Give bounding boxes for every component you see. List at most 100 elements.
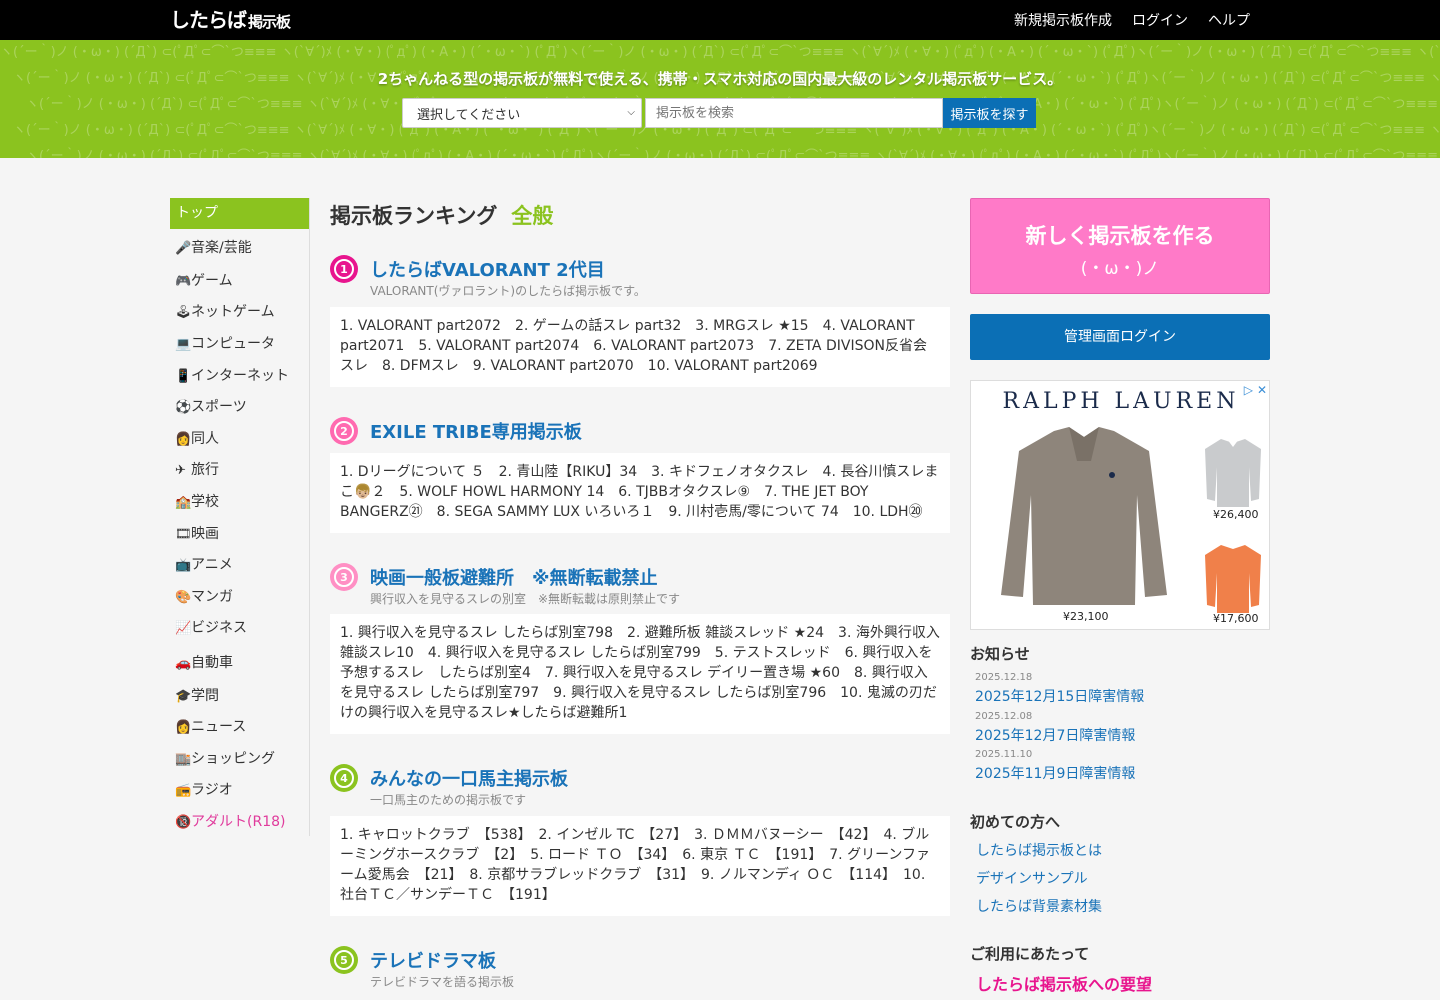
chevron-down-icon: ⌵ [627,107,635,118]
category-icon: 🎓 [175,689,192,704]
top-bar: したらば 掲示板 新規掲示板作成 ログイン ヘルプ [0,0,1440,40]
board-search-input[interactable] [645,98,943,128]
rank-badge: 4 [330,764,358,792]
sidebar-item-label: マンガ [191,589,233,605]
guide-link-design-sample[interactable]: デザインサンプル [976,868,1088,888]
news-date: 2025.11.10 [975,749,1033,760]
hero-tagline: 2ちゃんねる型の掲示板が無料で使える、携帯・スマホ対応の国内最大級のレンタル掲示… [377,70,1063,88]
sidebar-item-5[interactable]: 📱インターネット [175,365,289,385]
ad-price-main: ¥23,100 [1063,610,1109,623]
category-icon: 📈 [175,621,192,636]
sidebar-item-label: 同人 [191,431,219,447]
guide-link-background[interactable]: したらば背景素材集 [976,896,1102,916]
ad-price-2: ¥26,400 [1213,508,1259,521]
thread-list[interactable]: 1. VALORANT part2072 2. ゲームの話スレ part32 3… [330,307,950,387]
nav-create-board[interactable]: 新規掲示板作成 [1014,10,1112,30]
create-board-button[interactable]: 新しく掲示板を作る (・ω・)ノ [970,198,1270,294]
sidebar-item-label: ビジネス [191,620,247,636]
category-icon: 🏫 [175,495,192,510]
sidebar-item-label: アダルト(R18) [191,814,286,830]
sidebar-item-label: スポーツ [191,399,247,415]
news-date: 2025.12.08 [975,711,1033,722]
sidebar-item-18[interactable]: 📻ラジオ [175,779,233,799]
board-description: VALORANT(ヴァロラント)のしたらば掲示板です。 [370,284,646,298]
category-icon: ⚽ [175,400,192,415]
nav-login[interactable]: ログイン [1132,10,1188,30]
ad-close-icon[interactable]: ▷ ✕ [1244,383,1267,397]
advertisement[interactable]: RALPH LAUREN ▷ ✕ ¥23,100 ¥26,400 ¥17,600 [970,380,1270,630]
news-link[interactable]: 2025年12月7日障害情報 [975,725,1135,745]
category-icon: 🎨 [175,590,192,605]
sidebar-item-label: 旅行 [191,462,219,478]
create-board-emoticon: (・ω・)ノ [1080,259,1160,279]
thread-list[interactable]: 1. 興行収入を見守るスレ したらば別室798 2. 避難所板 雑談スレッド ★… [330,614,950,734]
sidebar-item-13[interactable]: 📈ビジネス [175,617,247,637]
category-icon: 👩 [175,432,192,447]
board-title-link[interactable]: テレビドラマ板 [370,947,496,973]
category-icon: 🔞 [175,815,192,830]
category-icon: 📱 [175,369,192,384]
sidebar-item-label: ネットゲーム [191,304,275,320]
site-logo[interactable]: したらば 掲示板 [170,7,291,35]
board-title-link[interactable]: 映画一般板避難所 ※無断転載禁止 [370,564,658,590]
category-icon: 📺 [175,558,192,573]
sidebar-item-label: 自動車 [191,655,233,671]
guide-link-about[interactable]: したらば掲示板とは [976,840,1102,860]
news-link[interactable]: 2025年11月9日障害情報 [975,763,1135,783]
ad-sweater-image [1001,427,1167,605]
sidebar-item-6[interactable]: ⚽スポーツ [175,396,247,416]
sidebar-item-16[interactable]: 👩ニュース [175,716,246,736]
sidebar-item-7[interactable]: 👩同人 [175,428,219,448]
sidebar-item-top[interactable]: トップ [170,198,309,229]
board-description: 興行収入を見守るスレの別室 ※無断転載は原則禁止です [370,592,681,606]
sidebar-item-4[interactable]: 💻コンピュータ [175,333,275,353]
ad-shirt-orange-image [1205,545,1261,613]
top-nav: 新規掲示板作成 ログイン ヘルプ [1014,0,1250,40]
sidebar-item-label: ラジオ [191,782,233,798]
category-icon: ✈ [175,463,186,478]
sidebar-item-9[interactable]: 🏫学校 [175,491,219,511]
board-title-link[interactable]: みんなの一口馬主掲示板 [370,765,568,791]
create-board-label: 新しく掲示板を作る [1025,224,1215,248]
sidebar-item-label: インターネット [191,368,289,384]
hero-banner: ヽ(´ー｀)ノ (・ω・) (´Д`) ⊂(ﾟДﾟ⊂⌒`つ≡≡≡ ヽ(`∀´)ﾒ… [0,40,1440,158]
sidebar-item-label: コンピュータ [191,336,275,352]
admin-login-button[interactable]: 管理画面ログイン [970,314,1270,360]
sidebar-item-15[interactable]: 🎓学問 [175,685,219,705]
category-label: 全般 [511,204,554,228]
nav-help[interactable]: ヘルプ [1208,10,1250,30]
category-icon: 🚗 [175,656,192,671]
sidebar-item-11[interactable]: 📺アニメ [175,554,233,574]
category-icon: 👩 [175,720,192,735]
sidebar-item-10[interactable]: 🎞映画 [175,523,219,543]
category-sidebar: トップ [170,198,310,836]
sidebar-item-19[interactable]: 🔞アダルト(R18) [175,811,285,831]
sidebar-item-label: 音楽/芸能 [191,240,252,256]
sidebar-item-2[interactable]: 🎮ゲーム [175,270,233,290]
sidebar-item-label: 学校 [191,494,219,510]
rank-badge: 3 [330,563,358,591]
sidebar-item-1[interactable]: 🎤音楽/芸能 [175,237,252,257]
sidebar-item-label: ゲーム [191,273,233,289]
news-date: 2025.12.18 [975,672,1033,683]
request-link[interactable]: したらば掲示板への要望 [976,971,1152,995]
category-icon: 🏬 [175,752,192,767]
thread-list[interactable]: 1. Dリーグについて ５ 2. 青山陸【RIKU】34 3. キドフェノオタク… [330,453,950,533]
sidebar-item-12[interactable]: 🎨マンガ [175,586,233,606]
sidebar-item-17[interactable]: 🏬ショッピング [175,748,275,768]
board-title-link[interactable]: したらばVALORANT 2代目 [370,256,605,282]
sidebar-item-3[interactable]: 🕹ネットゲーム [175,301,275,321]
ad-brand: RALPH LAUREN [1002,389,1240,414]
board-description: 一口馬主のための掲示板です [370,793,527,807]
board-description: テレビドラマを語る掲示板 [370,975,515,989]
category-select-value: 選択してください [417,107,521,123]
thread-list[interactable]: 1. キャロットクラブ 【538】 2. インゼル TC 【27】 3. ＤＭＭ… [330,816,950,916]
sidebar-item-14[interactable]: 🚗自動車 [175,652,233,672]
sidebar-item-label: ショッピング [191,751,275,767]
sidebar-item-8[interactable]: ✈ 旅行 [175,459,219,479]
board-title-link[interactable]: EXILE TRIBE専用掲示板 [370,418,582,444]
category-icon: 📻 [175,783,192,798]
board-search-button[interactable]: 掲示板を探す [943,98,1036,128]
category-select[interactable]: 選択してください ⌵ [402,98,642,128]
news-link[interactable]: 2025年12月15日障害情報 [975,686,1144,706]
